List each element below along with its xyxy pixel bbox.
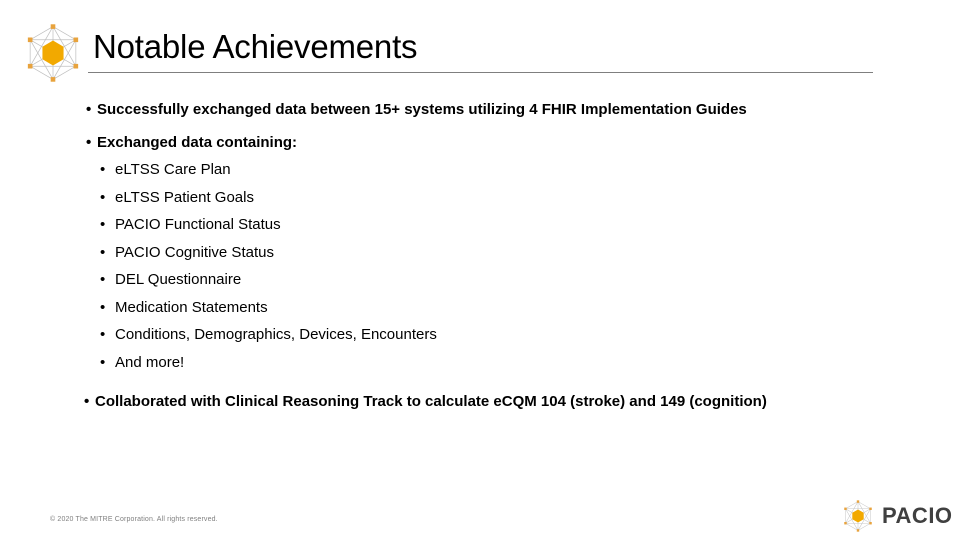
list-item-label: PACIO Cognitive Status: [115, 243, 274, 261]
list-item: • PACIO Cognitive Status: [0, 243, 437, 263]
list-item: • DEL Questionnaire: [0, 270, 437, 290]
pacio-footer-logo: PACIO: [838, 497, 953, 535]
list-item: • Conditions, Demographics, Devices, Enc…: [0, 325, 437, 345]
pacio-network-logo-icon: [20, 20, 86, 86]
slide-header: Notable Achievements: [0, 0, 960, 82]
list-item-label: PACIO Functional Status: [115, 216, 281, 233]
list-item: • eLTSS Care Plan: [0, 160, 437, 180]
list-item-label: Conditions, Demographics, Devices, Encou…: [115, 326, 437, 343]
title-divider: [88, 72, 873, 73]
bullet-marker-icon: •: [100, 243, 106, 261]
list-item-label: And more!: [115, 353, 185, 371]
list-item: • PACIO Functional Status: [0, 215, 437, 235]
bullet-achievement-2: • Exchanged data containing:: [0, 133, 297, 153]
list-item: • And more!: [0, 353, 437, 373]
list-item: • eLTSS Patient Goals: [0, 188, 437, 208]
pacio-wordmark: PACIO: [882, 503, 953, 528]
slide-canvas: Notable Achievements • Successfully exch…: [0, 0, 960, 540]
list-item-label: Medication Statements: [115, 298, 268, 316]
exchanged-data-list: • eLTSS Care Plan • eLTSS Patient Goals …: [0, 160, 437, 380]
bullet-marker-icon: •: [86, 101, 92, 118]
bullet-achievement-3: • Collaborated with Clinical Reasoning T…: [0, 392, 767, 412]
copyright-notice: © 2020 The MITRE Corporation. All rights…: [50, 516, 218, 523]
bullet-marker-icon: •: [100, 271, 106, 288]
bullet-achievement-1: • Successfully exchanged data between 15…: [0, 100, 747, 120]
bullet-marker-icon: •: [100, 216, 106, 233]
list-item-label: DEL Questionnaire: [115, 271, 242, 288]
bullet-marker-icon: •: [100, 326, 106, 343]
bullet-marker-icon: •: [100, 298, 106, 316]
list-item: • Medication Statements: [0, 298, 437, 318]
list-item-label: eLTSS Patient Goals: [115, 188, 254, 206]
bullet-marker-icon: •: [100, 161, 106, 178]
bullet-marker-icon: •: [86, 134, 92, 151]
page-title: Notable Achievements: [93, 28, 418, 65]
bullet-achievement-3-label: Collaborated with Clinical Reasoning Tra…: [95, 393, 767, 410]
pacio-network-logo-icon: [838, 497, 878, 535]
bullet-achievement-1-label: Successfully exchanged data between 15+ …: [97, 101, 747, 118]
bullet-marker-icon: •: [100, 353, 106, 371]
bullet-marker-icon: •: [100, 188, 106, 206]
bullet-marker-icon: •: [84, 393, 90, 410]
list-item-label: eLTSS Care Plan: [115, 161, 231, 178]
bullet-achievement-2-label: Exchanged data containing:: [97, 134, 298, 151]
